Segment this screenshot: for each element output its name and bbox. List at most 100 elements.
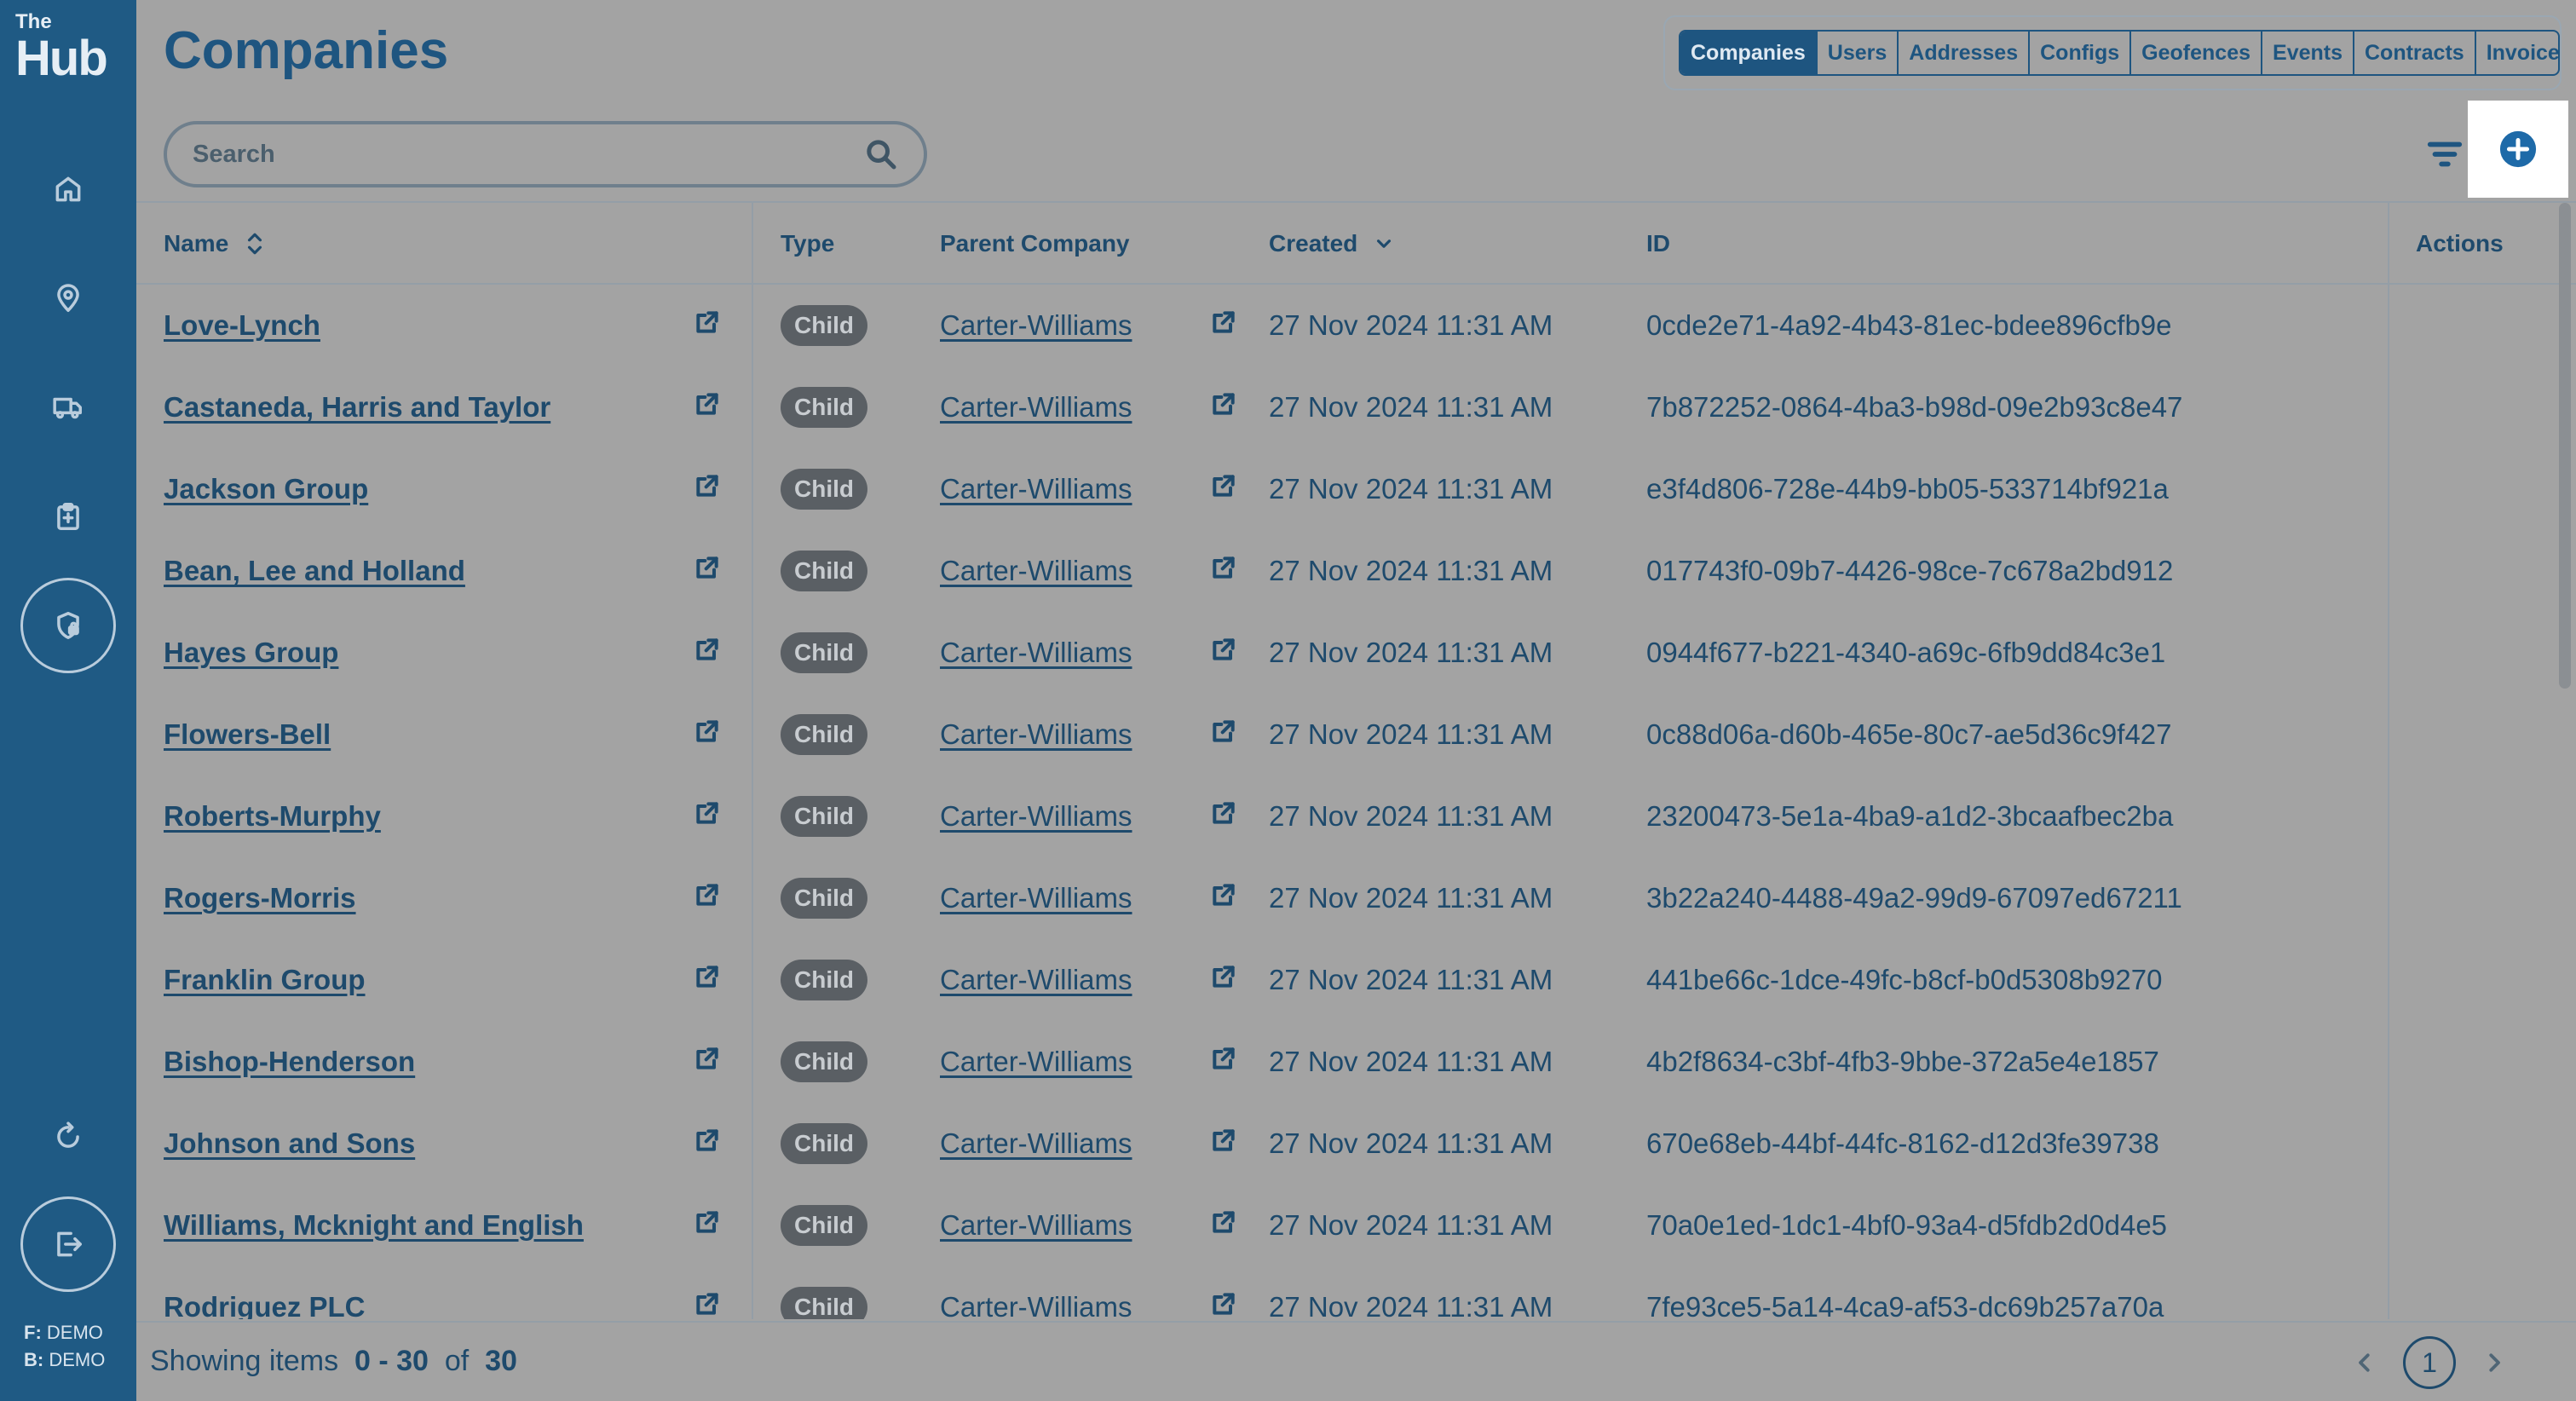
- parent-company-link[interactable]: Carter-Williams: [940, 1291, 1132, 1319]
- open-company-button[interactable]: [694, 1103, 721, 1185]
- company-name-link[interactable]: Rogers-Morris: [164, 882, 356, 914]
- open-parent-button[interactable]: [1210, 1103, 1237, 1185]
- tab-addresses[interactable]: Addresses: [1897, 32, 2028, 74]
- table-row[interactable]: Bean, Lee and Holland Child Carter-William…: [136, 530, 2576, 612]
- open-company-button[interactable]: [694, 285, 721, 366]
- company-name-link[interactable]: Johnson and Sons: [164, 1127, 415, 1160]
- parent-company-link[interactable]: Carter-Williams: [940, 1046, 1132, 1078]
- open-parent-button[interactable]: [1210, 530, 1237, 612]
- open-parent-button[interactable]: [1210, 366, 1237, 448]
- parent-company-link[interactable]: Carter-Williams: [940, 1209, 1132, 1242]
- company-name-link[interactable]: Franklin Group: [164, 964, 366, 996]
- table-row[interactable]: Williams, Mcknight and English Child Carte…: [136, 1185, 2576, 1266]
- open-parent-button[interactable]: [1210, 285, 1237, 366]
- open-parent-button[interactable]: [1210, 1185, 1237, 1266]
- company-name-link[interactable]: Williams, Mcknight and English: [164, 1209, 584, 1242]
- app-logo[interactable]: The Hub: [15, 12, 108, 84]
- parent-company-link[interactable]: Carter-Williams: [940, 800, 1132, 833]
- chevron-down-icon[interactable]: [1373, 231, 1395, 257]
- table-row[interactable]: Roberts-Murphy Child Carter-Williams 27 Nov…: [136, 775, 2576, 857]
- open-company-button[interactable]: [694, 775, 721, 857]
- search-input[interactable]: [193, 140, 864, 169]
- header-name[interactable]: Name: [164, 203, 266, 285]
- open-parent-button[interactable]: [1210, 1266, 1237, 1319]
- parent-company-link[interactable]: Carter-Williams: [940, 718, 1132, 751]
- parent-company-link[interactable]: Carter-Williams: [940, 1127, 1132, 1160]
- open-company-button[interactable]: [694, 1021, 721, 1103]
- parent-company-link[interactable]: Carter-Williams: [940, 309, 1132, 342]
- cell-id: 0cde2e71-4a92-4b43-81ec-bdee896cfb9e: [1646, 309, 2172, 341]
- logout-button[interactable]: [20, 1196, 116, 1292]
- company-name-link[interactable]: Bishop-Henderson: [164, 1046, 415, 1078]
- company-name-link[interactable]: Castaneda, Harris and Taylor: [164, 391, 550, 424]
- table-row[interactable]: Rogers-Morris Child Carter-Williams 27 Nov …: [136, 857, 2576, 939]
- tab-users[interactable]: Users: [1815, 32, 1898, 74]
- company-name-link[interactable]: Jackson Group: [164, 473, 368, 505]
- company-name-link[interactable]: Bean, Lee and Holland: [164, 555, 465, 587]
- search-icon[interactable]: [864, 137, 898, 171]
- table-row[interactable]: Jackson Group Child Carter-Williams 27 Nov …: [136, 448, 2576, 530]
- table-row[interactable]: Johnson and Sons Child Carter-Williams 27 N…: [136, 1103, 2576, 1185]
- sort-icon[interactable]: [244, 231, 266, 257]
- tab-events[interactable]: Events: [2261, 32, 2353, 74]
- parent-company-link[interactable]: Carter-Williams: [940, 637, 1132, 669]
- search-box[interactable]: [164, 121, 927, 187]
- chevron-right-icon[interactable]: [2481, 1350, 2507, 1375]
- table-row[interactable]: Hayes Group Child Carter-Williams 27 Nov 20…: [136, 612, 2576, 694]
- open-company-button[interactable]: [694, 694, 721, 775]
- open-parent-button[interactable]: [1210, 612, 1237, 694]
- company-name-link[interactable]: Hayes Group: [164, 637, 338, 669]
- company-name-link[interactable]: Rodriguez PLC: [164, 1291, 366, 1319]
- table-footer: Showing items 0 - 30 of 30 1: [136, 1321, 2576, 1401]
- nav-locations[interactable]: [34, 264, 102, 332]
- page-number-button[interactable]: 1: [2403, 1336, 2456, 1389]
- add-company-button[interactable]: [2468, 101, 2568, 198]
- table-row[interactable]: Rodriguez PLC Child Carter-Williams 27 Nov …: [136, 1266, 2576, 1319]
- tab-geofences[interactable]: Geofences: [2129, 32, 2261, 74]
- open-company-button[interactable]: [694, 530, 721, 612]
- nav-admin[interactable]: [20, 578, 116, 673]
- parent-company-link[interactable]: Carter-Williams: [940, 555, 1132, 587]
- open-company-button[interactable]: [694, 366, 721, 448]
- company-name-link[interactable]: Roberts-Murphy: [164, 800, 381, 833]
- cell-type: Child: [781, 612, 867, 694]
- company-name-link[interactable]: Love-Lynch: [164, 309, 320, 342]
- open-parent-button[interactable]: [1210, 694, 1237, 775]
- open-parent-button[interactable]: [1210, 1021, 1237, 1103]
- open-parent-button[interactable]: [1210, 939, 1237, 1021]
- open-parent-button[interactable]: [1210, 775, 1237, 857]
- parent-company-link[interactable]: Carter-Williams: [940, 882, 1132, 914]
- table-scrollbar[interactable]: [2559, 203, 2571, 689]
- chevron-left-icon[interactable]: [2352, 1350, 2377, 1375]
- header-created[interactable]: Created: [1269, 203, 1395, 285]
- table-row[interactable]: Bishop-Henderson Child Carter-Williams 27 N…: [136, 1021, 2576, 1103]
- tab-configs[interactable]: Configs: [2028, 32, 2129, 74]
- table-row[interactable]: Castaneda, Harris and Taylor Child Carter-…: [136, 366, 2576, 448]
- nav-vehicles[interactable]: [34, 373, 102, 441]
- open-company-button[interactable]: [694, 1266, 721, 1319]
- filter-button[interactable]: [2425, 135, 2464, 174]
- table-row[interactable]: Franklin Group Child Carter-Williams 27 Nov…: [136, 939, 2576, 1021]
- open-parent-button[interactable]: [1210, 448, 1237, 530]
- open-company-button[interactable]: [694, 939, 721, 1021]
- clipboard-icon: [57, 503, 79, 530]
- tab-companies[interactable]: Companies: [1680, 32, 1816, 74]
- cell-created: 27 Nov 2024 11:31 AM: [1269, 391, 1553, 423]
- cell-parent: Carter-Williams: [940, 366, 1132, 448]
- tab-invoices[interactable]: Invoices: [2474, 32, 2558, 74]
- company-name-link[interactable]: Flowers-Bell: [164, 718, 331, 751]
- parent-company-link[interactable]: Carter-Williams: [940, 964, 1132, 996]
- open-company-button[interactable]: [694, 1185, 721, 1266]
- open-company-button[interactable]: [694, 448, 721, 530]
- table-row[interactable]: Flowers-Bell Child Carter-Williams 27 Nov 2…: [136, 694, 2576, 775]
- refresh-button[interactable]: [34, 1103, 102, 1171]
- table-row[interactable]: Love-Lynch Child Carter-Williams 27 Nov 202…: [136, 285, 2576, 366]
- open-company-button[interactable]: [694, 612, 721, 694]
- parent-company-link[interactable]: Carter-Williams: [940, 391, 1132, 424]
- nav-home[interactable]: [34, 155, 102, 223]
- open-parent-button[interactable]: [1210, 857, 1237, 939]
- tab-contracts[interactable]: Contracts: [2353, 32, 2475, 74]
- nav-tasks[interactable]: [34, 482, 102, 551]
- open-company-button[interactable]: [694, 857, 721, 939]
- parent-company-link[interactable]: Carter-Williams: [940, 473, 1132, 505]
